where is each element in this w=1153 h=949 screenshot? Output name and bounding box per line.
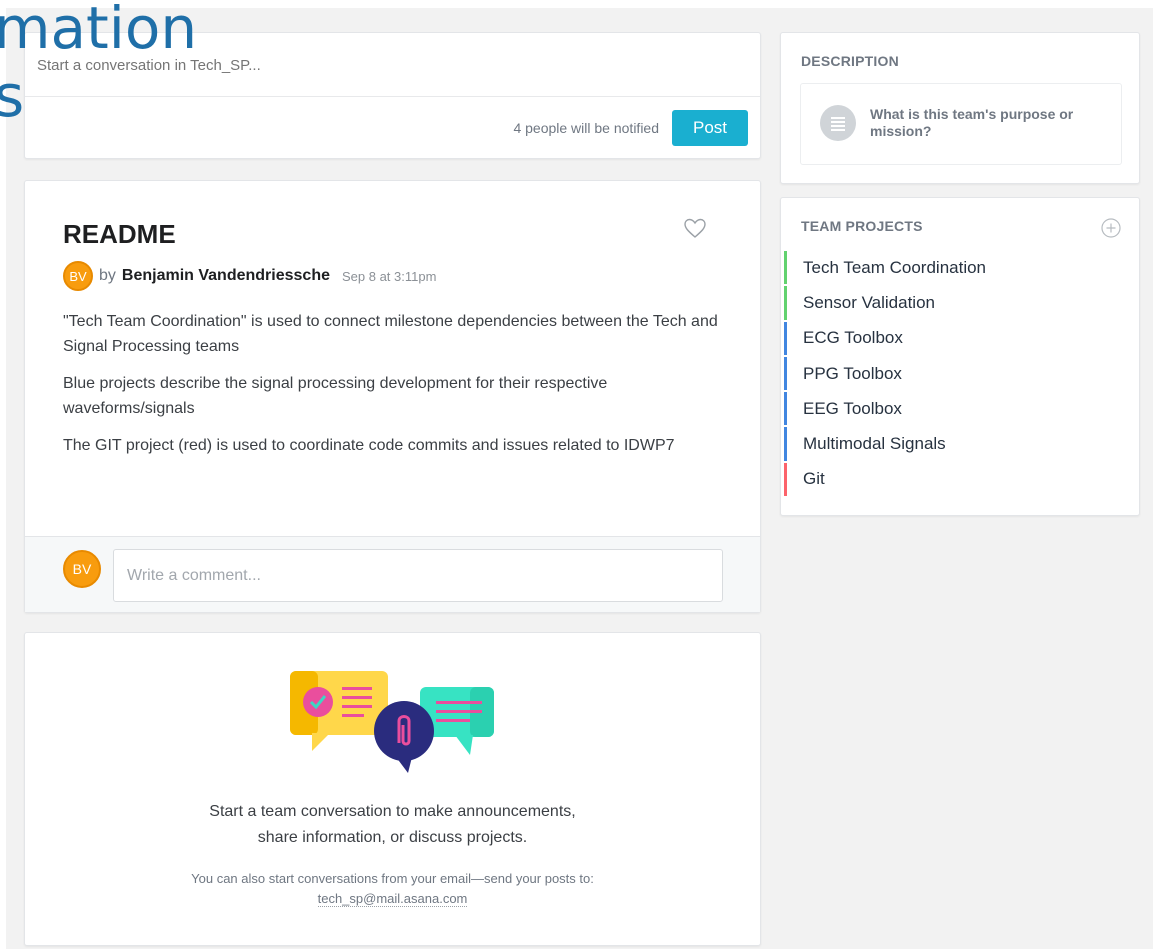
post-button[interactable]: Post <box>672 110 748 146</box>
description-card: DESCRIPTION What is this team's purpose … <box>780 32 1140 184</box>
project-name: Git <box>803 469 825 489</box>
project-list: Tech Team Coordination Sensor Validation… <box>784 250 1134 497</box>
empty-state-headline: Start a team conversation to make announ… <box>25 799 760 851</box>
conversation-input[interactable] <box>37 53 637 77</box>
project-name: Tech Team Coordination <box>803 257 987 277</box>
project-item[interactable]: Tech Team Coordination <box>784 250 1134 285</box>
project-color-bar <box>784 427 787 461</box>
post-byline: BV by Benjamin Vandendriessche Sep 8 at … <box>63 261 436 291</box>
conversation-illustration <box>290 671 494 773</box>
description-prompt: What is this team's purpose or mission? <box>870 106 1074 139</box>
project-color-bar <box>784 462 787 497</box>
project-name: EEG Toolbox <box>803 398 902 418</box>
project-color-bar <box>784 251 787 285</box>
conversation-composer: 4 people will be notified Post <box>24 32 761 159</box>
team-projects-card: TEAM PROJECTS Tech Team Coordination Sen… <box>780 197 1140 516</box>
notify-count-text: 4 people will be notified <box>513 120 659 136</box>
post-date[interactable]: Sep 8 at 3:11pm <box>342 269 436 284</box>
post-paragraph: Blue projects describe the signal proces… <box>63 375 608 417</box>
headline-line-1: Start a team conversation to make announ… <box>209 803 576 820</box>
description-label: DESCRIPTION <box>801 53 899 69</box>
project-name: PPG Toolbox <box>803 363 902 383</box>
project-item[interactable]: PPG Toolbox <box>784 356 1134 391</box>
team-email-link[interactable]: tech_sp@mail.asana.com <box>317 891 468 907</box>
project-item[interactable]: Multimodal Signals <box>784 426 1134 461</box>
comment-bar: BV Write a comment... <box>25 536 760 612</box>
team-conversation-empty-state: Start a team conversation to make announ… <box>24 632 761 946</box>
project-name: Multimodal Signals <box>803 434 946 454</box>
project-item[interactable]: EEG Toolbox <box>784 391 1134 426</box>
project-name: ECG Toolbox <box>803 328 903 348</box>
add-project-icon[interactable] <box>1101 218 1121 238</box>
project-item[interactable]: ECG Toolbox <box>784 321 1134 356</box>
empty-state-subtext: You can also start conversations from yo… <box>25 869 760 909</box>
post-title: README <box>63 219 176 249</box>
author-name[interactable]: Benjamin Vandendriessche <box>122 267 330 285</box>
post-body: "Tech Team Coordination" is used to conn… <box>63 309 723 470</box>
project-color-bar <box>784 356 787 391</box>
description-lines-icon <box>820 105 856 141</box>
project-name: Sensor Validation <box>803 292 935 312</box>
project-item[interactable]: Git <box>784 462 1134 497</box>
composer-divider <box>25 96 760 97</box>
description-editor[interactable]: What is this team's purpose or mission? <box>800 83 1122 165</box>
avatar[interactable]: BV <box>63 261 93 291</box>
project-item[interactable]: Sensor Validation <box>784 285 1134 320</box>
post-paragraph: The GIT project (red) is used to coordin… <box>63 437 675 454</box>
project-color-bar <box>784 286 787 320</box>
readme-post: README BV by Benjamin Vandendriessche Se… <box>24 180 761 613</box>
team-projects-label: TEAM PROJECTS <box>801 218 923 234</box>
email-instructions: You can also start conversations from yo… <box>191 871 594 886</box>
project-color-bar <box>784 321 787 355</box>
headline-line-2: share information, or discuss projects. <box>257 829 528 846</box>
commenter-avatar: BV <box>63 550 101 588</box>
heart-icon[interactable] <box>683 217 707 239</box>
project-color-bar <box>784 392 787 426</box>
comment-input[interactable]: Write a comment... <box>113 549 723 602</box>
post-paragraph: "Tech Team Coordination" is used to conn… <box>63 313 718 355</box>
by-label: by <box>99 267 116 284</box>
